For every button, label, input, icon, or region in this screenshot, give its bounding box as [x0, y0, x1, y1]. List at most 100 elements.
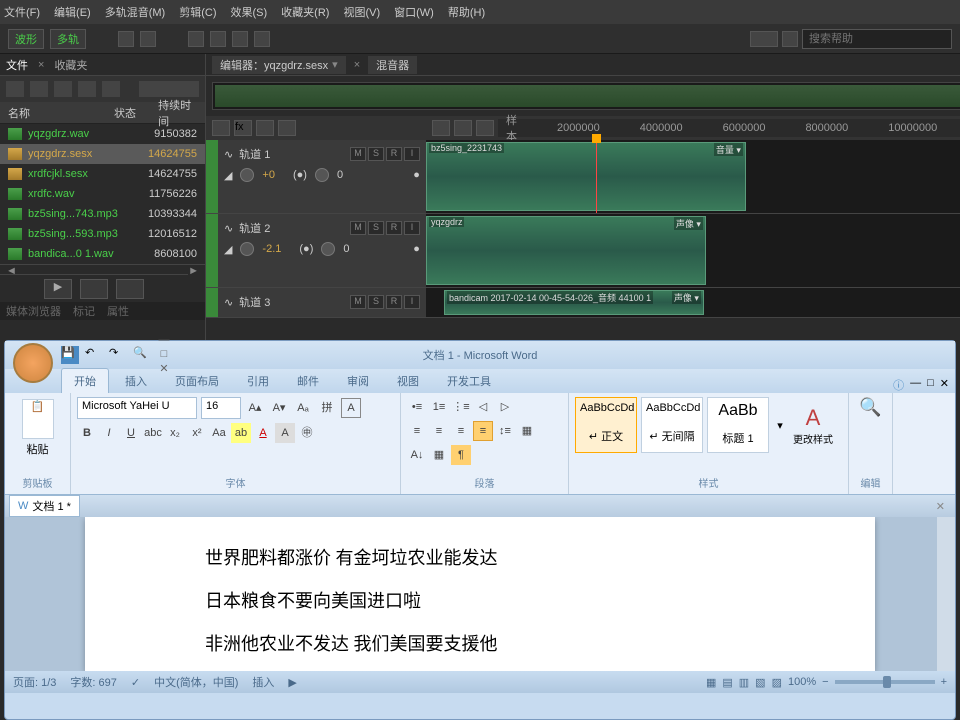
- track-S-button[interactable]: S: [368, 221, 384, 235]
- menu-help[interactable]: 帮助(H): [448, 4, 485, 20]
- style-normal[interactable]: AaBbCcDd↵ 正文: [575, 397, 637, 453]
- autoplay-button[interactable]: [116, 279, 144, 299]
- track-R-button[interactable]: R: [386, 147, 402, 161]
- document-area[interactable]: 世界肥料都涨价 有金坷垃农业能发达 日本粮食不要向美国进口啦 非洲他农业不发达 …: [5, 517, 955, 671]
- styles-more-button[interactable]: ▾: [773, 419, 787, 432]
- view-read-icon[interactable]: ▤: [722, 676, 732, 689]
- search-icon[interactable]: [782, 31, 798, 47]
- playhead-marker-icon[interactable]: [592, 134, 601, 143]
- favorites-tab[interactable]: 收藏夹: [54, 57, 87, 73]
- track-fx-icon[interactable]: fx: [234, 120, 252, 136]
- track-name[interactable]: 轨道 1: [239, 146, 270, 162]
- tool-icon-1[interactable]: [118, 31, 134, 47]
- strike-button[interactable]: abc: [143, 423, 163, 443]
- ribbon-tab-layout[interactable]: 页面布局: [163, 369, 231, 393]
- media-browser-tab[interactable]: 媒体浏览器: [6, 303, 61, 319]
- status-macro-icon[interactable]: ▶: [288, 676, 296, 689]
- char-border-icon[interactable]: A: [341, 398, 361, 418]
- ribbon-tab-home[interactable]: 开始: [61, 368, 109, 393]
- line-spacing-button[interactable]: ↕≡: [495, 421, 515, 441]
- file-row[interactable]: yqzgdrz.sesx14624755: [0, 144, 205, 164]
- col-duration[interactable]: 持续时间: [158, 97, 197, 129]
- align-right-button[interactable]: ≡: [451, 421, 471, 441]
- waveform-overview[interactable]: [212, 82, 960, 110]
- slip-tool-icon[interactable]: [232, 31, 248, 47]
- multitrack-mode-button[interactable]: 多轨: [50, 29, 86, 49]
- zoom-out-button[interactable]: −: [822, 676, 828, 688]
- markers-tab[interactable]: 标记: [73, 303, 95, 319]
- status-words[interactable]: 字数: 697: [70, 674, 116, 690]
- properties-tab[interactable]: 属性: [107, 303, 129, 319]
- underline-button[interactable]: U: [121, 423, 141, 443]
- redo-icon[interactable]: ↷: [109, 346, 127, 364]
- move-tool-icon[interactable]: [188, 31, 204, 47]
- align-left-button[interactable]: ≡: [407, 421, 427, 441]
- menu-edit[interactable]: 编辑(E): [54, 4, 91, 20]
- search-help-input[interactable]: [802, 29, 952, 49]
- track-inputs-icon[interactable]: [212, 120, 230, 136]
- status-mode[interactable]: 插入: [252, 674, 274, 690]
- font-name-input[interactable]: Microsoft YaHei U: [77, 397, 197, 419]
- italic-button[interactable]: I: [99, 423, 119, 443]
- undo-icon[interactable]: ↶: [85, 346, 103, 364]
- menu-favorites[interactable]: 收藏夹(R): [281, 4, 329, 20]
- superscript-button[interactable]: x²: [187, 423, 207, 443]
- audio-clip[interactable]: yqzgdrz 声像 ▾: [426, 216, 706, 285]
- paste-button[interactable]: 📋: [22, 399, 54, 439]
- ribbon-tab-view[interactable]: 视图: [385, 369, 431, 393]
- doc-minimize-button[interactable]: —: [910, 377, 921, 393]
- zoom-slider[interactable]: [835, 680, 935, 684]
- borders-button[interactable]: ▦: [429, 445, 449, 465]
- track-content[interactable]: yqzgdrz 声像 ▾: [426, 214, 960, 287]
- style-heading1[interactable]: AaBb标题 1: [707, 397, 769, 453]
- find-button[interactable]: 🔍: [855, 397, 886, 418]
- enclose-char-button[interactable]: ㊥: [297, 423, 317, 443]
- tool-icon-2[interactable]: [140, 31, 156, 47]
- grow-font-icon[interactable]: A▴: [245, 398, 265, 418]
- ribbon-tab-dev[interactable]: 开发工具: [435, 369, 503, 393]
- status-proofing-icon[interactable]: ✓: [131, 676, 140, 689]
- track-I-button[interactable]: I: [404, 221, 420, 235]
- shrink-font-icon[interactable]: A▾: [269, 398, 289, 418]
- document-page[interactable]: 世界肥料都涨价 有金坷垃农业能发达 日本粮食不要向美国进口啦 非洲他农业不发达 …: [85, 517, 875, 671]
- vol-knob[interactable]: [240, 242, 254, 256]
- vertical-scrollbar[interactable]: [937, 517, 955, 671]
- track-sends-icon[interactable]: [256, 120, 274, 136]
- track-M-button[interactable]: M: [350, 295, 366, 309]
- editor-tab[interactable]: 编辑器：yqzgdrz.sesx▾: [212, 56, 346, 74]
- track-input-icon[interactable]: ●: [413, 243, 420, 255]
- ribbon-tab-references[interactable]: 引用: [235, 369, 281, 393]
- track-eq-icon[interactable]: [278, 120, 296, 136]
- phonetic-icon[interactable]: 拼: [317, 398, 337, 418]
- indent-dec-button[interactable]: ◁: [473, 397, 493, 417]
- play-button[interactable]: ▶: [44, 279, 72, 299]
- snap-icon[interactable]: [432, 120, 450, 136]
- audio-clip[interactable]: bandicam 2017-02-14 00-45-54-026_音频 4410…: [444, 290, 704, 315]
- track-input-icon[interactable]: ●: [413, 169, 420, 181]
- menu-clip[interactable]: 剪辑(C): [179, 4, 216, 20]
- file-row[interactable]: xrdfcjkl.sesx14624755: [0, 164, 205, 184]
- mixer-tab[interactable]: 混音器: [368, 56, 417, 74]
- bold-button[interactable]: B: [77, 423, 97, 443]
- change-styles-button[interactable]: A: [791, 405, 835, 431]
- files-tab[interactable]: 文件: [6, 57, 28, 73]
- view-print-icon[interactable]: ▦: [706, 676, 716, 689]
- view-outline-icon[interactable]: ▧: [755, 676, 765, 689]
- highlight-button[interactable]: ab: [231, 423, 251, 443]
- style-nospacing[interactable]: AaBbCcDd↵ 无间隔: [641, 397, 703, 453]
- help-icon[interactable]: ⓘ: [893, 377, 904, 393]
- change-case-button[interactable]: Aa: [209, 423, 229, 443]
- headphone-icon[interactable]: [476, 120, 494, 136]
- status-page[interactable]: 页面: 1/3: [13, 674, 56, 690]
- sort-button[interactable]: A↓: [407, 445, 427, 465]
- save-icon[interactable]: 💾: [61, 346, 79, 364]
- doc-tab-close-icon[interactable]: ✕: [930, 500, 951, 513]
- file-row[interactable]: bandica...0 1.wav8608100: [0, 244, 205, 264]
- col-name[interactable]: 名称: [8, 105, 114, 121]
- track-name[interactable]: 轨道 3: [239, 294, 270, 310]
- track-I-button[interactable]: I: [404, 147, 420, 161]
- document-tab[interactable]: W文档 1 *: [9, 495, 80, 517]
- char-shading-button[interactable]: A: [275, 423, 295, 443]
- doc-restore-button[interactable]: □: [927, 377, 934, 393]
- track-S-button[interactable]: S: [368, 147, 384, 161]
